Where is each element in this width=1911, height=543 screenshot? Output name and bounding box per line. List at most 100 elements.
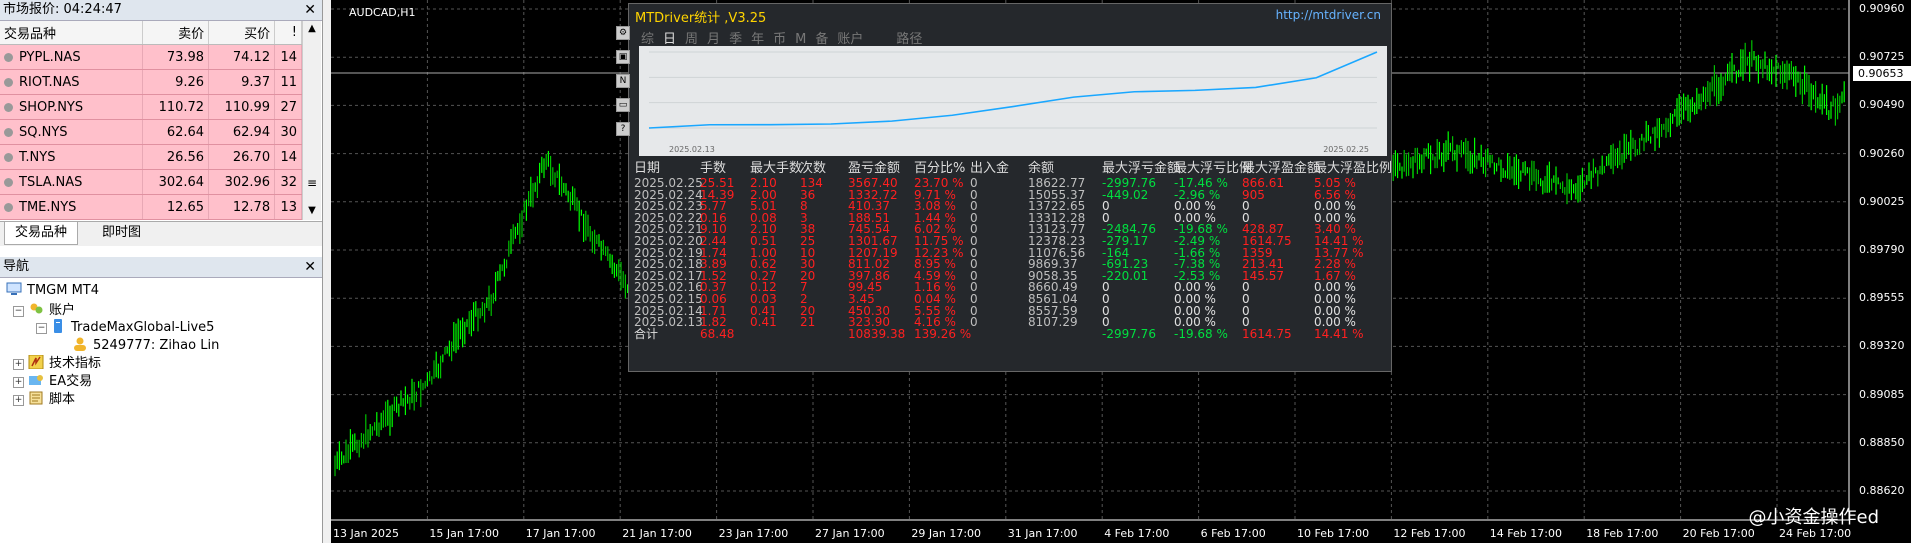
vertical-scrollbar[interactable]: ▲ ≡ ▼ <box>302 21 321 220</box>
expand-icon[interactable]: + <box>13 377 24 388</box>
expand-icon[interactable]: + <box>13 395 24 406</box>
quote-row[interactable]: T.NYS 26.56 26.70 14 <box>0 144 302 170</box>
ask-cell[interactable]: 110.99 <box>208 94 276 120</box>
bid-cell[interactable]: 26.56 <box>142 144 210 170</box>
ea-tab[interactable]: 综 <box>641 32 654 47</box>
tree-item-experts[interactable]: EA交易 <box>28 372 92 392</box>
symbol-status-icon <box>4 202 13 212</box>
price-chart[interactable]: AUDCAD,H1 0.90960 0.90725 0.90490 0.90260 0.… <box>331 0 1911 543</box>
ea-tab[interactable]: 币 <box>773 32 786 47</box>
symbol-cell[interactable]: TSLA.NAS <box>0 169 144 195</box>
ask-cell[interactable]: 302.96 <box>208 169 276 195</box>
ask-cell[interactable]: 9.37 <box>208 69 276 95</box>
bid-cell[interactable]: 302.64 <box>142 169 210 195</box>
ea-tab[interactable]: 周 <box>685 32 698 47</box>
spread-cell[interactable]: 14 <box>274 144 302 170</box>
tree-item-server[interactable]: TradeMaxGlobal-Live5 <box>50 318 214 338</box>
ea-tab[interactable]: 日 <box>663 32 676 47</box>
spread-cell[interactable]: 14 <box>274 44 302 70</box>
expand-icon[interactable]: + <box>13 359 24 370</box>
collapse-icon[interactable]: − <box>36 323 47 334</box>
symbol-name: TSLA.NAS <box>19 174 83 190</box>
tree-label-root: TMGM MT4 <box>27 283 100 298</box>
spread-cell[interactable]: 11 <box>274 69 302 95</box>
ea-tab[interactable]: 季 <box>729 32 742 47</box>
symbol-status-icon <box>4 102 13 112</box>
ea-tab[interactable]: 备 <box>815 32 828 47</box>
symbol-status-icon <box>4 77 13 87</box>
stats-column-header: 盈亏金额 <box>848 161 901 176</box>
scroll-thumb[interactable]: ≡ <box>303 175 321 191</box>
ask-cell[interactable]: 12.78 <box>208 194 276 220</box>
quote-row[interactable]: PYPL.NAS 73.98 74.12 14 <box>0 44 302 70</box>
ea-url-link[interactable]: http://mtdriver.cn <box>1276 8 1381 22</box>
ea-header: MTDriver统计 ,V3.25 http://mtdriver.cn <box>629 4 1391 26</box>
quote-row[interactable]: TME.NYS 12.65 12.78 13 <box>0 194 302 220</box>
mtdriver-stats-panel: ⚙ ▣ N ▭ ? MTDriver统计 ,V3.25 http://mtdri… <box>616 3 1392 372</box>
navigator-header: 导航 ✕ <box>0 257 322 278</box>
tree-root-terminal[interactable]: TMGM MT4 <box>6 281 99 301</box>
ask-cell[interactable]: 74.12 <box>208 44 276 70</box>
time-tick-label: 31 Jan 17:00 <box>1007 527 1078 540</box>
symbol-cell[interactable]: RIOT.NAS <box>0 69 144 95</box>
column-header-ask[interactable]: 买价 <box>208 21 276 45</box>
stats-cell-maxlots: 0.41 <box>750 315 777 330</box>
equity-line <box>648 51 1378 129</box>
spread-cell[interactable]: 30 <box>274 119 302 145</box>
tree-item-scripts[interactable]: 脚本 <box>28 390 75 410</box>
spread-cell[interactable]: 32 <box>274 169 302 195</box>
stats-column-header: 最大浮盈金额 <box>1242 161 1321 176</box>
tab-tick-chart[interactable]: 即时图 <box>92 222 151 244</box>
indicator-icon <box>28 355 44 369</box>
column-header-spread[interactable]: ! <box>274 21 302 45</box>
time-tick-label: 17 Jan 17:00 <box>525 527 596 540</box>
minimize-icon[interactable]: ▭ <box>616 98 630 112</box>
ea-tab[interactable]: 路径 <box>896 32 922 47</box>
tree-item-indicators[interactable]: 技术指标 <box>28 354 101 374</box>
symbol-cell[interactable]: TME.NYS <box>0 194 144 220</box>
price-tick-label: 0.90260 <box>1859 146 1905 160</box>
price-tick-label: 0.90490 <box>1859 98 1905 112</box>
column-header-symbol[interactable]: 交易品种 <box>0 21 144 45</box>
help-icon[interactable]: ? <box>616 122 630 136</box>
tree-item-account[interactable]: 5249777: Zihao Lin <box>72 336 219 356</box>
price-tick-label: 0.90025 <box>1859 194 1905 208</box>
quote-row[interactable]: RIOT.NAS 9.26 9.37 11 <box>0 69 302 95</box>
ea-tab[interactable]: 年 <box>751 32 764 47</box>
ask-cell[interactable]: 26.70 <box>208 144 276 170</box>
ea-tab[interactable]: M <box>795 32 806 47</box>
collapse-icon[interactable]: − <box>13 306 24 317</box>
tab-symbols[interactable]: 交易品种 <box>4 222 79 245</box>
price-tick-label: 0.89085 <box>1859 387 1905 401</box>
bid-cell[interactable]: 110.72 <box>142 94 210 120</box>
scroll-up-icon[interactable]: ▲ <box>303 21 321 37</box>
symbol-cell[interactable]: T.NYS <box>0 144 144 170</box>
symbol-cell[interactable]: SQ.NYS <box>0 119 144 145</box>
bid-cell[interactable]: 12.65 <box>142 194 210 220</box>
settings-icon[interactable]: ⚙ <box>616 26 630 40</box>
column-header-bid[interactable]: 卖价 <box>142 21 210 45</box>
ea-tab[interactable]: 月 <box>707 32 720 47</box>
equity-curve-svg <box>648 51 1378 129</box>
bid-cell[interactable]: 62.64 <box>142 119 210 145</box>
close-icon[interactable]: ✕ <box>304 257 316 277</box>
window-icon[interactable]: ▣ <box>616 50 630 64</box>
ea-tab[interactable]: 账户 <box>837 32 863 47</box>
bid-cell[interactable]: 9.26 <box>142 69 210 95</box>
symbol-cell[interactable]: PYPL.NAS <box>0 44 144 70</box>
navigator-title: 导航 <box>3 259 30 274</box>
scroll-down-icon[interactable]: ▼ <box>303 203 321 219</box>
user-icon <box>74 337 86 351</box>
bid-cell[interactable]: 73.98 <box>142 44 210 70</box>
symbol-cell[interactable]: SHOP.NYS <box>0 94 144 120</box>
script-icon <box>29 391 43 405</box>
spread-cell[interactable]: 27 <box>274 94 302 120</box>
quote-row[interactable]: SHOP.NYS 110.72 110.99 27 <box>0 94 302 120</box>
ask-cell[interactable]: 62.94 <box>208 119 276 145</box>
close-icon[interactable]: ✕ <box>304 0 316 20</box>
tree-label-server: TradeMaxGlobal-Live5 <box>71 320 215 335</box>
spread-cell[interactable]: 13 <box>274 194 302 220</box>
chart-icon[interactable]: N <box>616 74 630 88</box>
quote-row[interactable]: TSLA.NAS 302.64 302.96 32 <box>0 169 302 195</box>
quote-row[interactable]: SQ.NYS 62.64 62.94 30 <box>0 119 302 145</box>
